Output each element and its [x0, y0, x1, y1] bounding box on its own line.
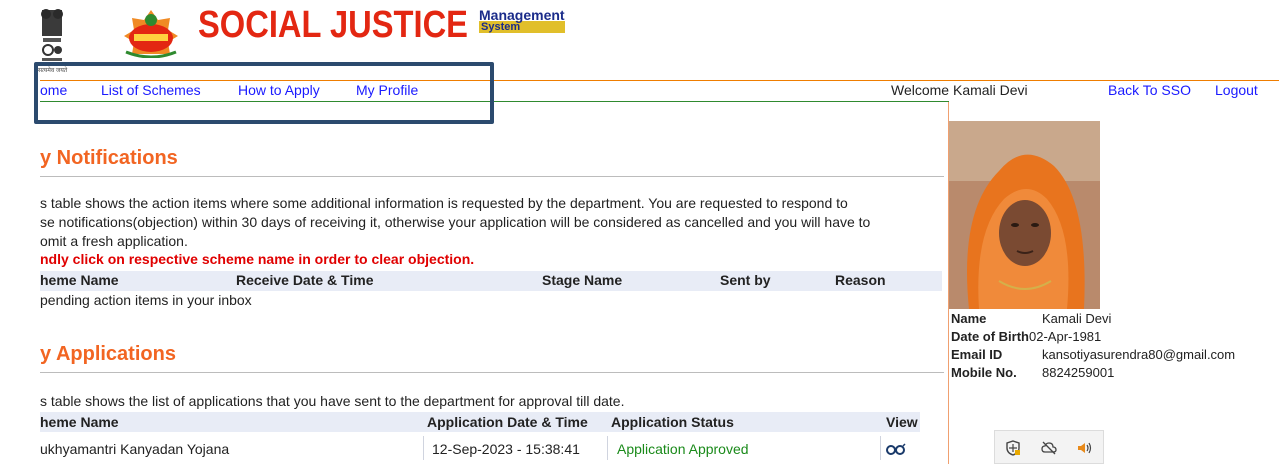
- profile-email-value: kansotiyasurendra80@gmail.com: [1042, 347, 1236, 362]
- col-sent-by: Sent by: [720, 272, 771, 288]
- col-view: View: [886, 414, 918, 430]
- profile-name-value: Kamali Devi: [1042, 311, 1112, 326]
- logout-link[interactable]: Logout: [1215, 82, 1258, 98]
- profile-dob-row: Date of Birth02-Apr-1981: [951, 329, 1101, 344]
- cloud-off-icon[interactable]: [1041, 441, 1057, 455]
- col-app-status: Application Status: [611, 414, 734, 430]
- brand-title: SOCIAL JUSTICE: [198, 4, 468, 46]
- profile-dob-label: Date of Birth: [951, 329, 1029, 344]
- applications-heading: y Applications: [40, 343, 176, 365]
- objection-note: ndly click on respective scheme name in …: [40, 251, 475, 267]
- table-row: ukhyamantri Kanyadan Yojana 12-Sep-2023 …: [40, 434, 920, 464]
- cell-separator: [880, 436, 881, 460]
- notifications-heading: y Notifications: [40, 147, 178, 169]
- notifications-rule: [40, 176, 944, 177]
- app-status: Application Approved: [617, 441, 749, 457]
- portal-logo-icon: [124, 10, 178, 58]
- profile-mobile-value: 8824259001: [1042, 365, 1115, 380]
- shield-icon[interactable]: [1005, 440, 1021, 456]
- col-receive-date: Receive Date & Time: [236, 272, 374, 288]
- speaker-icon[interactable]: [1076, 441, 1092, 455]
- profile-mobile-label: Mobile No.: [951, 365, 1017, 380]
- notifications-desc-3: omit a fresh application.: [40, 233, 188, 249]
- app-date: 12-Sep-2023 - 15:38:41: [432, 441, 580, 457]
- brand-subtitle: Management System: [479, 8, 565, 33]
- state-emblem-icon: [41, 9, 63, 61]
- profile-email-label: Email ID: [951, 347, 1003, 362]
- profile-photo: [949, 121, 1100, 309]
- notifications-table-header: [40, 271, 942, 291]
- cell-separator: [607, 436, 608, 460]
- applications-desc: s table shows the list of applications t…: [40, 393, 625, 409]
- welcome-text: Welcome Kamali Devi: [891, 82, 1028, 98]
- notifications-empty: pending action items in your inbox: [40, 292, 252, 308]
- app-scheme-name: ukhyamantri Kanyadan Yojana: [40, 441, 230, 457]
- profile-name-label: Name: [951, 311, 987, 326]
- profile-email-row: Email ID: [951, 347, 1002, 362]
- col-app-scheme-name: heme Name: [40, 414, 119, 430]
- notifications-desc-2: se notifications(objection) within 30 da…: [40, 214, 871, 230]
- back-to-sso-link[interactable]: Back To SSO: [1108, 82, 1191, 98]
- profile-mobile-row: Mobile No.: [951, 365, 1017, 380]
- col-scheme-name: heme Name: [40, 272, 119, 288]
- profile-name-row: Name: [951, 311, 986, 326]
- notifications-desc-1: s table shows the action items where som…: [40, 195, 848, 211]
- col-stage-name: Stage Name: [542, 272, 623, 288]
- col-reason: Reason: [835, 272, 886, 288]
- cell-separator: [423, 436, 424, 460]
- col-app-date: Application Date & Time: [427, 414, 588, 430]
- nav-highlight-box: [34, 62, 494, 124]
- spectacles-icon[interactable]: [886, 443, 906, 455]
- applications-rule: [40, 372, 944, 373]
- profile-dob-value: 02-Apr-1981: [1029, 329, 1102, 344]
